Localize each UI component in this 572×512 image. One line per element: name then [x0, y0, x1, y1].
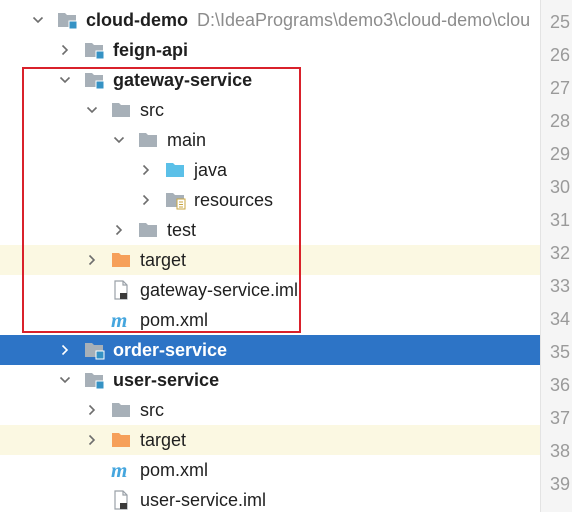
tree-item-label: test [167, 220, 197, 240]
tree-item-label: resources [194, 190, 274, 210]
line-number: 36 [549, 375, 570, 395]
maven-m-icon: m [110, 460, 132, 480]
tree-item-cloud-demo[interactable]: cloud-demo D:\IdeaPrograms\demo3\cloud-de… [0, 5, 540, 35]
folder-gray-icon [137, 220, 159, 240]
chevron-down-icon[interactable] [59, 74, 71, 86]
module-icon [83, 370, 105, 390]
chevron-down-icon[interactable] [32, 14, 44, 26]
chevron-down-icon[interactable] [113, 134, 125, 146]
tree-item-gateway-pom[interactable]: m pom.xml [0, 305, 540, 335]
svg-text:m: m [111, 310, 127, 330]
line-number: 35 [549, 342, 570, 362]
module-icon [56, 10, 78, 30]
line-number: 37 [549, 408, 570, 428]
folder-gray-icon [137, 130, 159, 150]
folder-gray-icon [110, 400, 132, 420]
tree-item-gateway-test[interactable]: test [0, 215, 540, 245]
chevron-right-icon[interactable] [86, 254, 98, 266]
tree-item-gateway-resources[interactable]: resources [0, 185, 540, 215]
tree-item-user-src[interactable]: src [0, 395, 540, 425]
line-number: 28 [549, 111, 570, 131]
file-iml-icon [110, 280, 132, 300]
tree-item-user-pom[interactable]: m pom.xml [0, 455, 540, 485]
module-icon [83, 40, 105, 60]
file-iml-icon [110, 490, 132, 510]
tree-item-label: user-service [113, 370, 220, 390]
tree-item-label: feign-api [113, 40, 188, 60]
folder-orange-icon [110, 430, 132, 450]
line-number: 34 [549, 309, 570, 329]
line-number: 27 [549, 78, 570, 98]
folder-resources-icon [164, 190, 186, 210]
tree-item-user-target[interactable]: target [0, 425, 540, 455]
tree-item-label: java [194, 160, 228, 180]
chevron-right-icon[interactable] [86, 404, 98, 416]
tree-item-label: gateway-service.iml [140, 280, 299, 300]
tree-item-label: cloud-demo D:\IdeaPrograms\demo3\cloud-de… [86, 10, 531, 30]
line-number: 31 [549, 210, 570, 230]
tree-item-label: pom.xml [140, 460, 209, 480]
tree-item-gateway-iml[interactable]: gateway-service.iml [0, 275, 540, 305]
line-number: 33 [549, 276, 570, 296]
line-number: 30 [549, 177, 570, 197]
chevron-right-icon[interactable] [86, 434, 98, 446]
tree-item-order-service[interactable]: order-service [0, 335, 540, 365]
tree-item-user-service[interactable]: user-service [0, 365, 540, 395]
tree-item-label: user-service.iml [140, 490, 267, 510]
tree-item-label: src [140, 400, 164, 420]
folder-gray-icon [110, 100, 132, 120]
chevron-right-icon[interactable] [59, 44, 71, 56]
line-number: 39 [549, 474, 570, 494]
tree-item-gateway-java[interactable]: java [0, 155, 540, 185]
module-icon [83, 70, 105, 90]
chevron-right-icon[interactable] [59, 344, 71, 356]
tree-item-label: order-service [113, 340, 228, 360]
line-number-gutter: 25 26 27 28 29 30 31 32 33 34 35 36 37 38 39 [540, 0, 572, 512]
folder-blue-icon [164, 160, 186, 180]
tree-item-label: pom.xml [140, 310, 209, 330]
tree-item-gateway-service[interactable]: gateway-service [0, 65, 540, 95]
tree-item-user-iml[interactable]: user-service.iml [0, 485, 540, 512]
tree-item-label: target [140, 430, 187, 450]
module-icon [83, 340, 105, 360]
svg-text:m: m [111, 460, 127, 480]
tree-item-label: target [140, 250, 187, 270]
tree-item-gateway-target[interactable]: target [0, 245, 540, 275]
tree-item-gateway-main[interactable]: main [0, 125, 540, 155]
chevron-right-icon[interactable] [140, 194, 152, 206]
maven-m-icon: m [110, 310, 132, 330]
tree-item-gateway-src[interactable]: src [0, 95, 540, 125]
chevron-down-icon[interactable] [59, 374, 71, 386]
chevron-right-icon[interactable] [140, 164, 152, 176]
line-number: 32 [549, 243, 570, 263]
chevron-down-icon[interactable] [86, 104, 98, 116]
tree-item-label: main [167, 130, 207, 150]
project-tree: cloud-demo D:\IdeaPrograms\demo3\cloud-de… [0, 0, 540, 512]
line-number: 29 [549, 144, 570, 164]
folder-orange-icon [110, 250, 132, 270]
line-number: 25 [549, 12, 570, 32]
tree-item-label: gateway-service [113, 70, 253, 90]
line-number: 26 [549, 45, 570, 65]
tree-item-label: src [140, 100, 164, 120]
chevron-right-icon[interactable] [113, 224, 125, 236]
tree-item-feign-api[interactable]: feign-api [0, 35, 540, 65]
project-path: D:\IdeaPrograms\demo3\cloud-demo\clou [197, 10, 531, 30]
line-number: 38 [549, 441, 570, 461]
